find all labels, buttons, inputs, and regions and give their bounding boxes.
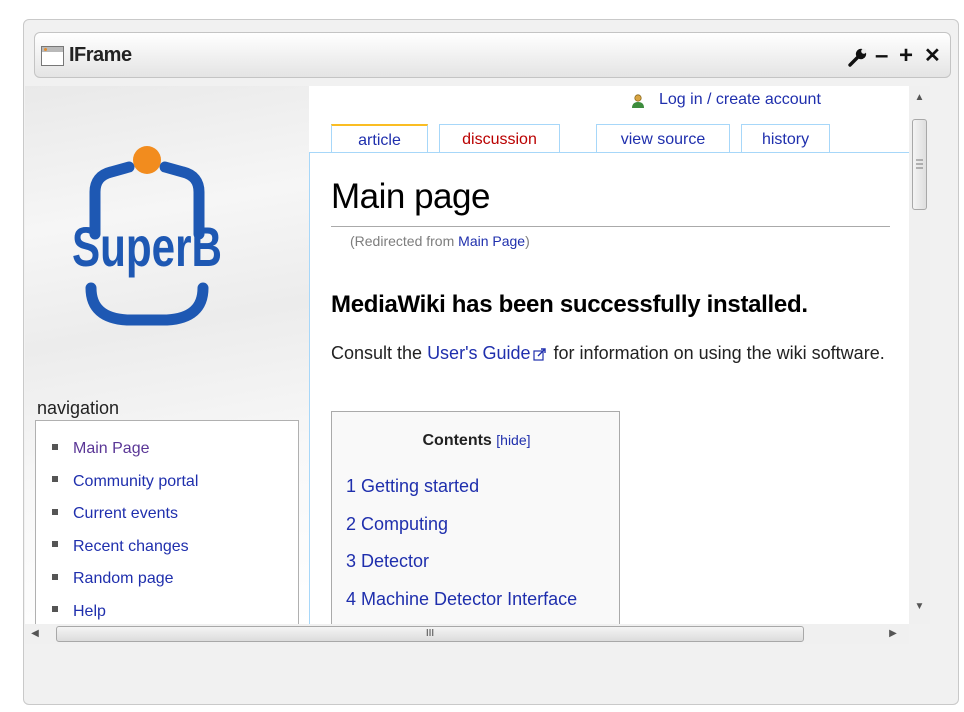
nav-item-label[interactable]: Random page bbox=[73, 570, 174, 587]
nav-item-recent-changes[interactable]: Recent changes bbox=[52, 531, 298, 564]
bullet-icon bbox=[52, 606, 58, 613]
tab-view-source[interactable]: view source bbox=[596, 124, 730, 154]
grip-icon bbox=[916, 159, 923, 169]
iframe-content: SuperB navigation Main Page Community po… bbox=[25, 86, 910, 624]
para-text: for information on using the wiki softwa… bbox=[548, 343, 885, 363]
scroll-right-arrow-icon[interactable]: ▶ bbox=[887, 628, 899, 639]
tab-discussion[interactable]: discussion bbox=[439, 124, 560, 154]
users-guide-link[interactable]: User's Guide bbox=[427, 343, 530, 363]
user-icon bbox=[632, 94, 644, 108]
maximize-button[interactable]: + bbox=[899, 41, 913, 71]
toc-list: 1 Getting started 2 Computing 3 Detector… bbox=[346, 468, 577, 618]
scroll-up-arrow-icon[interactable]: ▲ bbox=[909, 92, 930, 103]
nav-item-main-page[interactable]: Main Page bbox=[52, 433, 298, 466]
intro-paragraph: Consult the User's Guide for information… bbox=[331, 335, 891, 371]
toc-item[interactable]: 2 Computing bbox=[346, 506, 577, 544]
redirect-prefix: (Redirected from bbox=[350, 233, 459, 249]
nav-item-help[interactable]: Help bbox=[52, 596, 298, 625]
widget-title: IFrame bbox=[69, 44, 132, 66]
sidebar: SuperB navigation Main Page Community po… bbox=[25, 86, 309, 624]
scroll-left-arrow-icon[interactable]: ◀ bbox=[29, 628, 41, 639]
horizontal-scroll-thumb[interactable]: III bbox=[56, 626, 804, 642]
toc-item[interactable]: 4 Machine Detector Interface bbox=[346, 581, 577, 619]
navigation-portlet: Main Page Community portal Current event… bbox=[35, 420, 299, 624]
login-label[interactable]: Log in / create account bbox=[659, 91, 821, 108]
nav-item-label[interactable]: Community portal bbox=[73, 473, 198, 490]
content-area: Main page (Redirected from Main Page) Me… bbox=[309, 152, 910, 624]
superb-logo[interactable]: SuperB bbox=[67, 142, 227, 326]
nav-item-random-page[interactable]: Random page bbox=[52, 563, 298, 596]
close-button[interactable]: ✕ bbox=[924, 41, 941, 71]
nav-item-community-portal[interactable]: Community portal bbox=[52, 466, 298, 499]
table-of-contents: Contents [hide] 1 Getting started 2 Comp… bbox=[331, 411, 620, 624]
login-link[interactable]: Log in / create account bbox=[631, 91, 821, 109]
para-text: Consult the bbox=[331, 343, 428, 363]
redirect-notice: (Redirected from Main Page) bbox=[350, 233, 530, 249]
page-title: Main page bbox=[331, 177, 490, 216]
bullet-icon bbox=[52, 508, 58, 515]
minimize-button[interactable]: – bbox=[875, 41, 888, 71]
widget-titlebar: IFrame – + ✕ bbox=[34, 32, 951, 78]
title-divider bbox=[331, 226, 890, 227]
window-icon bbox=[41, 46, 64, 66]
redirect-suffix: ) bbox=[525, 233, 530, 249]
bullet-icon bbox=[52, 573, 58, 580]
install-heading: MediaWiki has been successfully installe… bbox=[331, 291, 808, 318]
scroll-down-arrow-icon[interactable]: ▼ bbox=[909, 601, 930, 612]
horizontal-scrollbar[interactable]: ◀ III ▶ bbox=[25, 624, 909, 644]
vertical-scroll-thumb[interactable] bbox=[912, 119, 927, 210]
nav-item-current-events[interactable]: Current events bbox=[52, 498, 298, 531]
nav-item-label[interactable]: Help bbox=[73, 603, 106, 620]
nav-item-label[interactable]: Current events bbox=[73, 505, 178, 522]
redirect-link[interactable]: Main Page bbox=[458, 233, 525, 249]
vertical-scrollbar[interactable]: ▲ ▼ bbox=[909, 86, 930, 624]
toc-title: Contents [hide] bbox=[332, 432, 621, 450]
tab-article[interactable]: article bbox=[331, 124, 428, 154]
navigation-heading: navigation bbox=[37, 398, 120, 418]
external-link-icon bbox=[532, 348, 546, 361]
toc-item[interactable]: 3 Detector bbox=[346, 543, 577, 581]
tab-history[interactable]: history bbox=[741, 124, 830, 154]
nav-item-label[interactable]: Recent changes bbox=[73, 538, 189, 555]
toc-item[interactable]: 1 Getting started bbox=[346, 468, 577, 506]
bullet-icon bbox=[52, 476, 58, 483]
nav-item-label[interactable]: Main Page bbox=[73, 440, 150, 457]
logo-text: SuperB bbox=[72, 215, 222, 278]
wrench-icon[interactable] bbox=[847, 41, 869, 71]
toc-heading: Contents bbox=[422, 432, 492, 449]
toc-hide-link[interactable]: [hide] bbox=[496, 432, 530, 448]
navigation-list: Main Page Community portal Current event… bbox=[36, 421, 298, 624]
bullet-icon bbox=[52, 541, 58, 548]
bullet-icon bbox=[52, 443, 58, 450]
